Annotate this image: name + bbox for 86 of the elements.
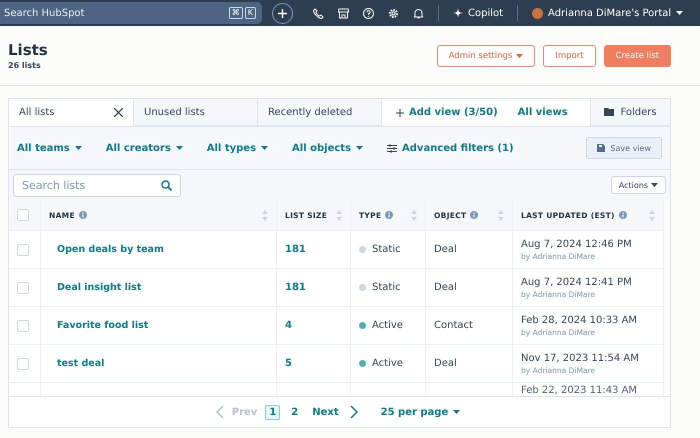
search-input[interactable]: Search HubSpot — [4, 8, 154, 18]
page-link[interactable]: 1 — [265, 404, 280, 420]
plus-icon[interactable] — [272, 2, 293, 24]
view-tab[interactable]: Unused lists — [133, 99, 258, 126]
updated-date: Aug 7, 2024 12:46 PM — [521, 238, 632, 250]
search-icon[interactable] — [161, 180, 172, 190]
sort-icon[interactable] — [262, 210, 268, 220]
per-page-dropdown[interactable]: 25 per page — [378, 406, 464, 418]
search-field[interactable]: Search lists — [13, 174, 181, 196]
type-cell: Static — [372, 244, 401, 255]
select-all-checkbox[interactable] — [17, 209, 29, 221]
type-cell: Active — [372, 320, 403, 331]
filter-dropdown[interactable]: All objects — [292, 142, 364, 154]
search-input[interactable]: Search lists — [22, 178, 152, 192]
list-count: 26 lists — [8, 61, 42, 70]
create-button[interactable]: Create list — [604, 44, 671, 66]
type-cell: Static — [372, 282, 401, 293]
list-size-link[interactable]: 4 — [285, 320, 292, 331]
list-size-link[interactable]: 181 — [285, 282, 306, 293]
bell-icon[interactable] — [413, 8, 424, 18]
filter-dropdown[interactable]: All types — [206, 142, 268, 154]
filter-dropdown[interactable]: All teams — [17, 142, 82, 154]
info-icon — [78, 211, 87, 219]
list-name-link[interactable]: Open deals by team — [49, 244, 164, 255]
sort-icon[interactable] — [649, 210, 655, 220]
folders-button[interactable]: Folders — [590, 99, 670, 126]
search-field[interactable]: Search HubSpot ⌘ K — [0, 2, 262, 24]
updated-date: Aug 7, 2024 12:41 PM — [521, 276, 632, 288]
list-name-link[interactable]: Favorite food list — [49, 320, 148, 331]
type-cell: Active — [372, 358, 403, 369]
chevron-right-icon[interactable] — [350, 405, 358, 419]
info-icon — [618, 211, 627, 219]
chevron-left-icon — [216, 405, 224, 419]
info-icon — [385, 211, 394, 219]
object-cell: Deal — [434, 358, 457, 369]
caret-icon — [651, 183, 658, 187]
page-link[interactable]: 2 — [288, 406, 302, 418]
folder-icon — [604, 108, 614, 116]
add-view-button[interactable]: Add view (3/50) — [396, 99, 498, 126]
info-icon — [470, 211, 478, 219]
sort-icon[interactable] — [336, 210, 342, 220]
list-size-link[interactable]: 5 — [285, 358, 292, 369]
row-checkbox[interactable] — [17, 282, 29, 294]
updated-date: Nov 17, 2023 11:54 AM — [521, 352, 639, 364]
row-checkbox[interactable] — [17, 244, 29, 256]
save-view-button[interactable]: Save view — [586, 137, 662, 159]
settings-icon[interactable] — [388, 8, 399, 18]
caret-icon — [261, 146, 268, 150]
row-checkbox[interactable] — [17, 320, 29, 332]
caret-icon — [176, 146, 183, 150]
sliders-icon — [387, 144, 398, 152]
list-name-link[interactable]: Deal insight list — [49, 282, 142, 293]
list-name-link[interactable]: test deal — [49, 358, 104, 369]
settings-menu-button[interactable]: Admin settings — [436, 44, 536, 66]
caret-icon — [453, 410, 460, 414]
row-checkbox[interactable] — [17, 358, 29, 370]
caret-icon — [516, 54, 524, 58]
sparkle-icon — [453, 8, 463, 18]
caret-icon — [74, 146, 82, 150]
next-link[interactable]: Next — [309, 406, 342, 418]
updated-date: Feb 22, 2023 11:43 AM — [521, 385, 638, 396]
view-tab[interactable]: Recently deleted — [257, 99, 382, 126]
list-size-link[interactable]: 181 — [285, 244, 306, 255]
caret-icon — [676, 11, 684, 15]
copilot-button[interactable]: Copilot — [453, 8, 504, 18]
shortcut-key: K — [244, 7, 256, 19]
object-cell: Deal — [434, 244, 457, 255]
updated-date: Feb 28, 2024 10:33 AM — [521, 314, 638, 326]
all-views-link[interactable]: All views — [518, 99, 568, 126]
actions-menu[interactable]: Actions — [610, 176, 666, 194]
portal-menu[interactable]: Adrianna DiMare's Portal — [532, 8, 684, 18]
import-button[interactable]: Import — [543, 44, 596, 66]
filter-dropdown[interactable]: All creators — [106, 142, 183, 154]
plus-icon — [396, 108, 404, 116]
store-icon[interactable] — [338, 8, 349, 18]
close-icon[interactable] — [114, 108, 123, 116]
caret-icon — [356, 146, 364, 150]
phone-icon[interactable] — [313, 8, 324, 18]
help-icon[interactable] — [363, 8, 374, 18]
sort-icon[interactable] — [411, 210, 417, 220]
object-cell: Contact — [434, 320, 473, 331]
advanced-filters-button[interactable]: Advanced filters (1) — [387, 142, 514, 154]
object-cell: Deal — [434, 282, 457, 293]
page-title: Lists — [8, 41, 48, 59]
sort-icon[interactable] — [498, 210, 504, 220]
shortcut-key: ⌘ — [228, 7, 243, 19]
